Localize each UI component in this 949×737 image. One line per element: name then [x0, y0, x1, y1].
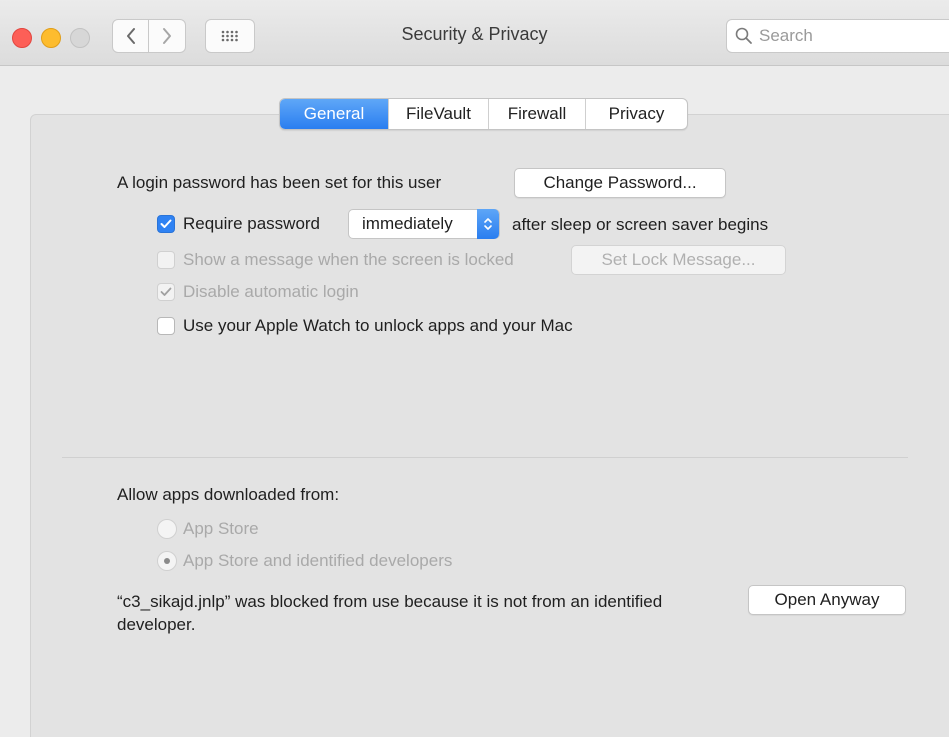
identified-developers-radio[interactable]: [157, 551, 177, 571]
tab-privacy[interactable]: Privacy: [585, 99, 687, 129]
disable-auto-login-label: Disable automatic login: [183, 282, 359, 301]
tab-bar: General FileVault Firewall Privacy: [279, 98, 688, 130]
title-bar: Security & Privacy: [0, 0, 949, 66]
app-source-option-identified: App Store and identified developers: [157, 551, 452, 571]
disable-auto-login-checkbox[interactable]: [157, 283, 175, 301]
checkmark-icon: [160, 219, 172, 228]
search-input[interactable]: [759, 26, 939, 46]
search-icon: [735, 27, 752, 44]
require-password-delay-popup[interactable]: immediately: [348, 209, 500, 239]
apple-watch-checkbox[interactable]: [157, 317, 175, 335]
disable-auto-login-row: Disable automatic login: [157, 282, 359, 302]
require-password-row: Require password: [157, 214, 320, 234]
set-lock-message-button[interactable]: Set Lock Message...: [571, 245, 786, 275]
require-password-suffix: after sleep or screen saver begins: [512, 215, 769, 234]
section-divider: [62, 457, 908, 458]
blocked-app-message: “c3_sikajd.jnlp” was blocked from use be…: [117, 592, 663, 634]
require-password-checkbox[interactable]: [157, 215, 175, 233]
identified-developers-radio-label: App Store and identified developers: [183, 551, 453, 570]
open-anyway-button[interactable]: Open Anyway: [748, 585, 906, 615]
require-password-delay-value: immediately: [362, 214, 453, 233]
apple-watch-row: Use your Apple Watch to unlock apps and …: [157, 316, 573, 336]
apple-watch-label: Use your Apple Watch to unlock apps and …: [183, 316, 573, 335]
tab-firewall[interactable]: Firewall: [488, 99, 585, 129]
tab-general[interactable]: General: [280, 99, 388, 129]
app-store-radio[interactable]: [157, 519, 177, 539]
tab-filevault[interactable]: FileVault: [388, 99, 488, 129]
show-message-row: Show a message when the screen is locked: [157, 250, 514, 270]
change-password-button[interactable]: Change Password...: [514, 168, 726, 198]
show-message-label: Show a message when the screen is locked: [183, 250, 514, 269]
app-store-radio-label: App Store: [183, 519, 259, 538]
general-pane: [30, 114, 949, 737]
require-password-label: Require password: [183, 214, 321, 233]
allow-apps-heading: Allow apps downloaded from:: [117, 485, 340, 504]
show-message-checkbox[interactable]: [157, 251, 175, 269]
checkmark-icon: [160, 287, 172, 296]
popup-stepper-icon: [477, 209, 499, 239]
login-password-status: A login password has been set for this u…: [117, 173, 442, 192]
search-field[interactable]: [726, 19, 949, 53]
app-source-option-app-store: App Store: [157, 519, 259, 539]
